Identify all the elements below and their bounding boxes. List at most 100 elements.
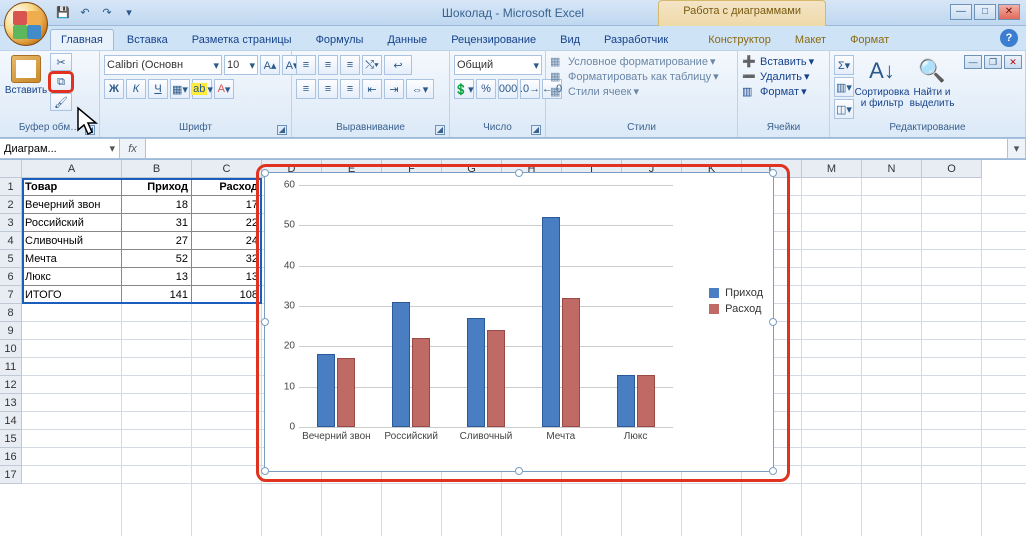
tab-data[interactable]: Данные [376,29,438,50]
chart-bar[interactable] [317,354,335,427]
cell[interactable]: Товар [22,178,122,196]
workbook-minimize-button[interactable]: — [964,55,982,69]
row-header[interactable]: 7 [0,286,22,304]
delete-cells-button[interactable]: Удалить [760,71,802,83]
tab-insert[interactable]: Вставка [116,29,179,50]
cell[interactable]: 31 [122,214,192,232]
select-all-corner[interactable] [0,160,22,178]
chart-legend[interactable]: ПриходРасход [709,283,763,319]
cell[interactable]: 17 [192,196,262,214]
office-button[interactable] [4,2,48,46]
cell[interactable]: Расход [192,178,262,196]
chart-bar[interactable] [412,338,430,427]
cell[interactable]: 32 [192,250,262,268]
tab-review[interactable]: Рецензирование [440,29,547,50]
sort-filter-button[interactable]: A↓ Сортировка и фильтр [860,55,904,111]
font-family-combo[interactable]: Calibri (Основн▾ [104,55,222,75]
formula-bar-input[interactable] [146,138,1008,159]
align-right-button[interactable]: ≡ [340,79,360,99]
accounting-format-button[interactable]: 💲▾ [454,79,474,99]
chart-bar[interactable] [637,375,655,427]
cell-styles-button[interactable]: Стили ячеек [568,86,631,98]
insert-function-button[interactable]: fx [120,138,146,159]
borders-button[interactable]: ▦▾ [170,79,190,99]
fill-color-button[interactable]: ab▾ [192,79,212,99]
copy-button[interactable]: ⧉ [50,73,72,91]
column-header[interactable]: N [862,160,922,178]
chart-plot-area[interactable]: 0102030405060Вечерний звонРоссийскийСлив… [299,185,673,427]
row-header[interactable]: 17 [0,466,22,484]
font-size-combo[interactable]: 10▾ [224,55,258,75]
row-header[interactable]: 12 [0,376,22,394]
clipboard-dialog-launcher[interactable]: ◢ [85,125,95,135]
window-minimize-button[interactable]: — [950,4,972,20]
row-header[interactable]: 8 [0,304,22,322]
font-color-button[interactable]: A▾ [214,79,234,99]
insert-cells-button[interactable]: Вставить [760,56,807,68]
font-dialog-launcher[interactable]: ◢ [277,125,287,135]
column-header[interactable]: C [192,160,262,178]
chart-bar[interactable] [562,298,580,427]
cell[interactable]: ИТОГО [22,286,122,304]
column-header[interactable]: M [802,160,862,178]
tab-chart-design[interactable]: Конструктор [697,29,782,50]
row-header[interactable]: 15 [0,430,22,448]
decrease-indent-button[interactable]: ⇤ [362,79,382,99]
tab-home[interactable]: Главная [50,29,114,50]
legend-item[interactable]: Приход [709,287,763,299]
conditional-formatting-button[interactable]: Условное форматирование [568,56,708,68]
cell[interactable]: 22 [192,214,262,232]
tab-page-layout[interactable]: Разметка страницы [181,29,303,50]
format-painter-button[interactable]: 🖌 [50,93,72,111]
cell[interactable]: 13 [122,268,192,286]
cell[interactable]: 24 [192,232,262,250]
window-maximize-button[interactable]: □ [974,4,996,20]
comma-button[interactable]: 000 [498,79,518,99]
italic-button[interactable]: К [126,79,146,99]
increase-decimal-button[interactable]: .0→ [520,79,540,99]
cell[interactable]: Люкс [22,268,122,286]
tab-formulas[interactable]: Формулы [305,29,375,50]
cell[interactable]: 18 [122,196,192,214]
align-bottom-button[interactable]: ≡ [340,55,360,75]
column-header[interactable]: A [22,160,122,178]
align-middle-button[interactable]: ≡ [318,55,338,75]
orientation-button[interactable]: ⤭▾ [362,55,382,75]
tab-chart-format[interactable]: Формат [839,29,900,50]
cell[interactable]: Мечта [22,250,122,268]
chart-bar[interactable] [467,318,485,427]
alignment-dialog-launcher[interactable]: ◢ [435,125,445,135]
row-header[interactable]: 11 [0,358,22,376]
qat-customize-icon[interactable]: ▾ [120,4,138,22]
cell[interactable]: 52 [122,250,192,268]
percent-button[interactable]: % [476,79,496,99]
find-select-button[interactable]: 🔍 Найти и выделить [910,55,954,111]
workbook-close-button[interactable]: ✕ [1004,55,1022,69]
window-close-button[interactable]: ✕ [998,4,1020,20]
qat-undo-icon[interactable]: ↶ [76,4,94,22]
cell[interactable]: Вечерний звон [22,196,122,214]
cell[interactable]: 108 [192,286,262,304]
row-header[interactable]: 10 [0,340,22,358]
merge-center-button[interactable]: ⇔▾ [406,79,434,99]
cell[interactable]: 141 [122,286,192,304]
cell[interactable]: Приход [122,178,192,196]
row-header[interactable]: 13 [0,394,22,412]
bold-button[interactable]: Ж [104,79,124,99]
chart-bar[interactable] [392,302,410,427]
chart-bar[interactable] [337,358,355,427]
cut-button[interactable]: ✂ [50,53,72,71]
column-header[interactable]: O [922,160,982,178]
cell[interactable]: Российский [22,214,122,232]
number-dialog-launcher[interactable]: ◢ [531,125,541,135]
row-header[interactable]: 14 [0,412,22,430]
column-header[interactable]: B [122,160,192,178]
row-header[interactable]: 2 [0,196,22,214]
fill-button[interactable]: ▥▾ [834,77,854,97]
chart-bar[interactable] [487,330,505,427]
row-header[interactable]: 5 [0,250,22,268]
row-header[interactable]: 3 [0,214,22,232]
grow-font-button[interactable]: A▴ [260,55,280,75]
name-box[interactable]: Диаграм...▾ [0,138,120,159]
row-header[interactable]: 9 [0,322,22,340]
